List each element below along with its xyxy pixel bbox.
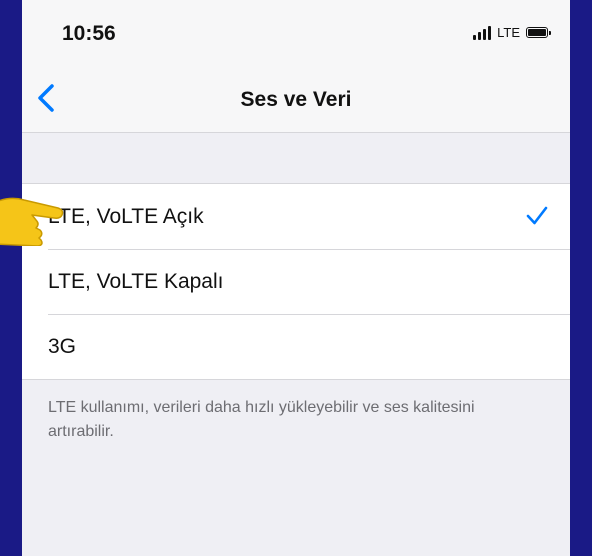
status-time: 10:56 (62, 22, 116, 45)
network-type: LTE (497, 25, 520, 40)
signal-icon (473, 25, 492, 40)
section-footer-note: LTE kullanımı, verileri daha hızlı yükle… (48, 399, 475, 440)
option-label: LTE, VoLTE Kapalı (48, 270, 224, 293)
option-label: 3G (48, 335, 77, 358)
checkmark-icon (526, 206, 548, 225)
options-list: LTE, VoLTE Açık LTE, VoLTE Kapalı 3G (22, 183, 570, 380)
battery-icon (526, 27, 551, 38)
navigation-bar: Ses ve Veri (22, 66, 570, 133)
status-indicators: LTE (473, 25, 551, 40)
page-title: Ses ve Veri (240, 88, 352, 111)
option-label: LTE, VoLTE Açık (48, 205, 204, 228)
option-3g[interactable]: 3G (22, 314, 570, 379)
option-lte-volte-on[interactable]: LTE, VoLTE Açık (22, 184, 570, 249)
phone-screen: 10:56 LTE Ses ve Veri LTE, VoLTE Açık LT… (22, 0, 570, 556)
pointing-hand-icon (0, 197, 64, 246)
option-lte-volte-off[interactable]: LTE, VoLTE Kapalı (22, 249, 570, 314)
status-bar: 10:56 LTE (22, 0, 570, 66)
